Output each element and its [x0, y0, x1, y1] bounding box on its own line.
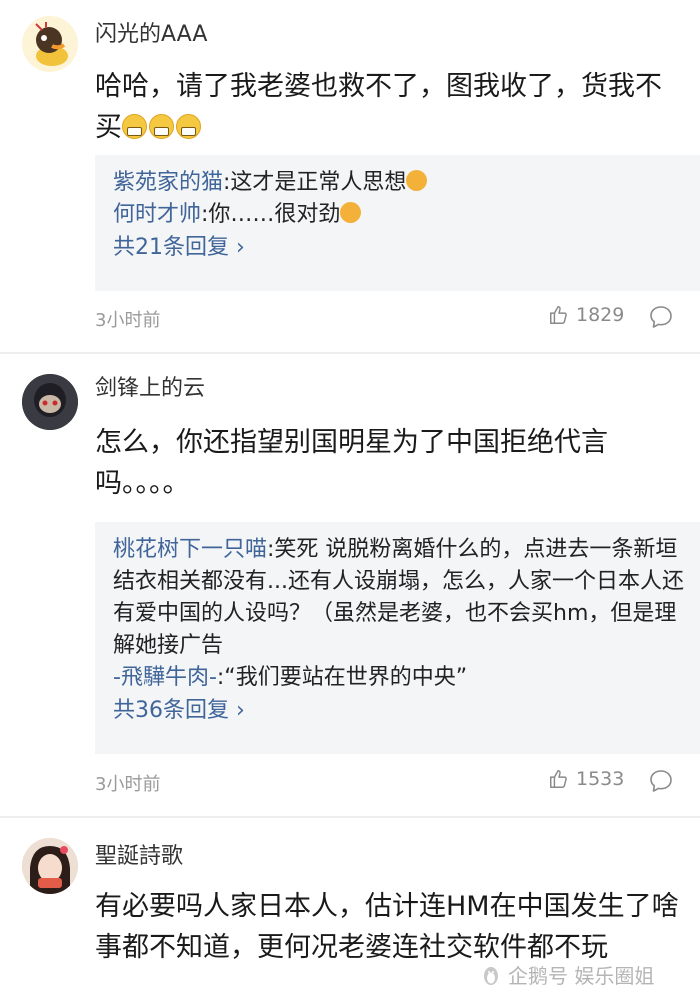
like-button[interactable]: 1829	[548, 304, 624, 326]
divider	[0, 816, 700, 818]
grin-emoji-icon	[149, 114, 174, 139]
replies-box[interactable]: 桃花树下一只喵:笑死 说脱粉离婚什么的，点进去一条新垣结衣相关都没有...还有人…	[95, 522, 700, 754]
avatar-duck-image	[22, 16, 78, 72]
reply-text: :这才是正常人思想	[223, 170, 407, 195]
comment-text: 有必要吗人家日本人，估计连HM在中国发生了啥事都不知道，更何况老婆连社交软件都不…	[95, 891, 679, 963]
thumbs-up-icon	[550, 770, 567, 788]
reply-username[interactable]: 桃花树下一只喵	[113, 537, 267, 562]
thumbs-up-icon	[550, 306, 567, 324]
more-replies-label: 共21条回复	[113, 235, 229, 260]
like-count: 1829	[576, 304, 625, 326]
comment-text: 怎么，你还指望别国明星为了中国拒绝代言吗。。。。	[95, 427, 608, 499]
reply-username[interactable]: 何时才帅	[113, 202, 201, 227]
username[interactable]: 闪光的AAA	[95, 20, 207, 50]
grin-emoji-icon	[122, 114, 147, 139]
more-replies-link[interactable]: 共36条回复 ›	[113, 694, 689, 728]
avatar[interactable]	[22, 838, 78, 894]
chevron-right-icon: ›	[236, 235, 245, 260]
reply-username[interactable]: -飛驊牛肉-	[113, 665, 217, 690]
like-count: 1533	[576, 768, 625, 790]
watermark: 企鹅号 娱乐圈姐	[480, 960, 654, 989]
comment-bubble-icon[interactable]	[648, 304, 674, 330]
reply-text: :“我们要站在世界的中央”	[216, 665, 468, 690]
username[interactable]: 剑锋上的云	[95, 374, 205, 404]
reply-item: -飛驊牛肉-:“我们要站在世界的中央”	[113, 662, 689, 694]
replies-box[interactable]: 紫苑家的猫:这才是正常人思想 何时才帅:你……很对劲 共21条回复 ›	[95, 155, 700, 291]
more-replies-label: 共36条回复	[113, 698, 229, 723]
avatar[interactable]	[22, 374, 78, 430]
penguin-logo-icon	[484, 966, 498, 985]
doge-emoji-icon	[340, 202, 362, 223]
watermark-text: 企鹅号 娱乐圈姐	[508, 964, 655, 988]
timestamp: 3小时前	[95, 310, 161, 331]
chevron-right-icon: ›	[236, 698, 245, 723]
grin-emoji-icon	[176, 114, 201, 139]
more-replies-link[interactable]: 共21条回复 ›	[113, 231, 689, 265]
divider	[0, 352, 700, 354]
comment-bubble-icon[interactable]	[648, 768, 674, 794]
username[interactable]: 聖誕詩歌	[95, 842, 183, 872]
reply-item: 紫苑家的猫:这才是正常人思想	[113, 167, 689, 199]
reply-item: 何时才帅:你……很对劲	[113, 199, 689, 231]
avatar-girl-photo-image	[22, 838, 78, 894]
reply-item: 桃花树下一只喵:笑死 说脱粉离婚什么的，点进去一条新垣结衣相关都没有...还有人…	[113, 534, 689, 662]
avatar[interactable]	[22, 16, 78, 72]
cat-emoji-icon	[406, 170, 428, 191]
like-button[interactable]: 1533	[548, 768, 624, 790]
reply-username[interactable]: 紫苑家的猫	[113, 170, 223, 195]
timestamp: 3小时前	[95, 774, 161, 795]
reply-text: :你……很对劲	[201, 202, 341, 227]
avatar-hooded-figure-image	[22, 374, 78, 430]
comment-text: 哈哈，请了我老婆也救不了，图我收了，货我不买	[95, 71, 662, 143]
